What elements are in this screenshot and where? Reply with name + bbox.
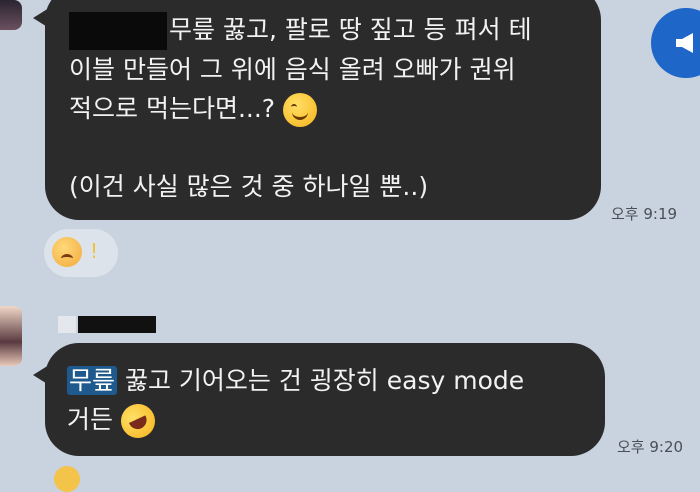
message-timestamp: 오후 9:19 [611, 205, 678, 223]
message-line: 무릎 꿇고, 팔로 땅 짚고 등 펴서 테 [69, 10, 573, 50]
message-text: 적으로 먹는다면...? [69, 94, 276, 123]
announcement-button[interactable] [651, 8, 700, 78]
message-line: 무릎 꿇고 기어오는 건 굉장히 easy mode [67, 361, 581, 400]
message-text: 거든 [67, 405, 114, 434]
highlighted-text: 무릎 [67, 366, 118, 395]
megaphone-icon [676, 33, 693, 53]
message-line: 거든 [67, 398, 581, 444]
redacted-name [69, 12, 167, 50]
message-line: 이블 만들어 그 위에 음식 올려 오빠가 권위 [69, 55, 516, 84]
avatar[interactable] [0, 306, 22, 366]
message-line: 적으로 먹는다면...? [69, 89, 573, 128]
message-text: 무릎 꿇고, 팔로 땅 짚고 등 펴서 테 [169, 15, 532, 44]
avatar[interactable] [0, 0, 22, 30]
message-bubble[interactable]: 무릎 꿇고 기어오는 건 굉장히 easy mode 거든 [33, 343, 605, 456]
smiling-face-emoji [283, 93, 318, 127]
bubble-tail [33, 365, 49, 385]
message-text: 꿇고 기어오는 건 굉장히 easy mode [117, 366, 525, 395]
sender-name-redacted [58, 316, 156, 333]
bubble-tail [33, 8, 49, 28]
reaction-mark: ! [90, 239, 99, 263]
reaction-emoji-icon[interactable] [54, 466, 80, 492]
message-timestamp: 오후 9:20 [617, 438, 684, 456]
message-bubble[interactable]: 무릎 꿇고, 팔로 땅 짚고 등 펴서 테 이블 만들어 그 위에 음식 올려 … [33, 0, 601, 220]
rolling-on-floor-laughing-emoji [115, 398, 161, 444]
reaction-badge[interactable]: ! [44, 229, 118, 277]
message-line: (이건 사실 많은 것 중 하나일 뿐..) [69, 172, 429, 201]
crying-face-icon [52, 237, 82, 267]
